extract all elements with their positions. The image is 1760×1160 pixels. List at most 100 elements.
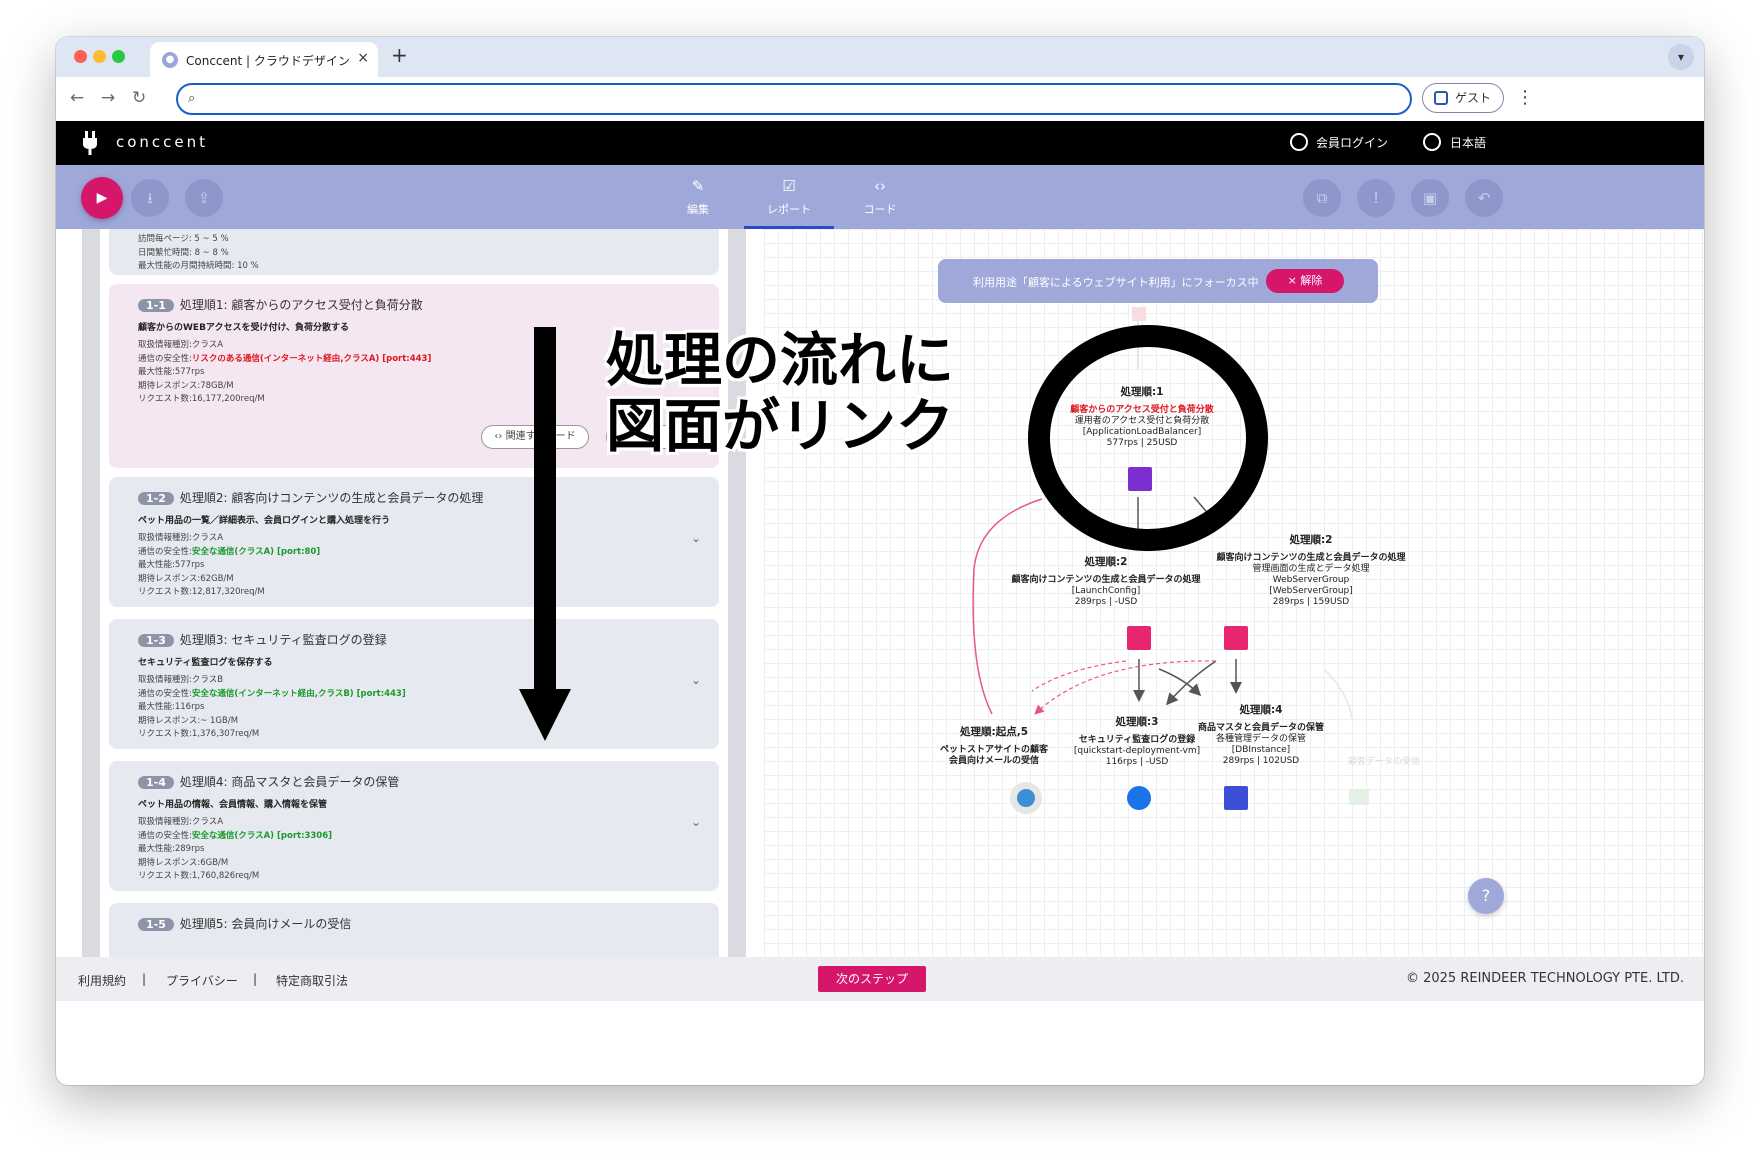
info-class: 取扱情報種別:クラスA bbox=[138, 340, 224, 350]
globe-client-icon[interactable] bbox=[1010, 782, 1042, 814]
node-title: 処理順:1 bbox=[1120, 386, 1164, 398]
node-line: 289rps | -USD bbox=[1074, 597, 1138, 607]
process-badge: 1-5 bbox=[138, 918, 174, 931]
diagram-node-5[interactable]: 処理順:起点,5 ペットストアサイトの顧客 会員向けメールの受信 bbox=[924, 727, 1064, 767]
download-button[interactable]: ⭳ bbox=[131, 179, 169, 217]
reload-icon[interactable]: ↻ bbox=[132, 88, 146, 108]
profile-icon bbox=[1434, 91, 1448, 105]
forward-arrow-icon[interactable]: → bbox=[101, 88, 115, 108]
flow-arrow bbox=[534, 327, 556, 689]
request-count: リクエスト数:1,760,826req/M bbox=[138, 871, 260, 881]
process-title-text: 処理順2: 顧客向けコンテンツの生成と会員データの処理 bbox=[179, 491, 484, 505]
node-line: [LaunchConfig] bbox=[1071, 586, 1141, 596]
diagram-node-2a[interactable]: 処理順:2 顧客向けコンテンツの生成と会員データの処理 [LaunchConfi… bbox=[996, 557, 1216, 608]
tab-code-label: コード bbox=[863, 203, 897, 216]
node-line: 577rps | 25USD bbox=[1106, 438, 1178, 448]
next-step-button[interactable]: 次のステップ bbox=[818, 966, 926, 992]
safety-value: 安全な通信(クラスA) [port:3306] bbox=[191, 830, 333, 841]
code-icon: ‹› bbox=[874, 177, 886, 195]
load-balancer-icon[interactable] bbox=[1128, 467, 1152, 491]
safety-line: 通信の安全性:安全な通信(クラスA) [port:80] bbox=[138, 546, 320, 560]
tab-close-icon[interactable]: × bbox=[357, 50, 369, 66]
annotation-line-1: 処理の流れに bbox=[606, 326, 955, 394]
member-login-link[interactable]: 会員ログイン bbox=[1316, 134, 1388, 151]
chevron-down-icon[interactable]: ⌄ bbox=[691, 815, 701, 829]
node-title: 処理順:2 bbox=[1084, 556, 1128, 568]
maximize-window-button[interactable] bbox=[112, 50, 125, 63]
language-selector[interactable]: 日本語 bbox=[1450, 134, 1486, 151]
process-title-text: 処理順1: 顧客からのアクセス受付と負荷分散 bbox=[179, 298, 423, 312]
safety-label: 通信の安全性: bbox=[138, 353, 192, 364]
tab-report[interactable]: ☑ レポート bbox=[744, 177, 834, 229]
chevron-down-icon[interactable]: ⌄ bbox=[691, 531, 701, 545]
safety-line: 通信の安全性:リスクのある通信(インターネット経由,クラスA) [port:44… bbox=[138, 353, 431, 367]
request-count: リクエスト数:16,177,200req/M bbox=[138, 394, 265, 404]
web-server-group-icon[interactable] bbox=[1224, 626, 1248, 650]
guest-profile-button[interactable]: ゲスト bbox=[1422, 83, 1504, 113]
process-card-1-4[interactable]: 1-4 処理順4: 商品マスタと会員データの保管 ペット用品の情報、会員情報、購入… bbox=[109, 761, 719, 891]
node-subtitle: ペットストアサイトの顧客 bbox=[939, 745, 1048, 755]
info-class: 取扱情報種別:クラスB bbox=[138, 675, 224, 685]
run-play-button[interactable]: ▶ bbox=[81, 177, 123, 219]
address-bar[interactable] bbox=[176, 83, 1412, 115]
diagram-node-2b[interactable]: 処理順:2 顧客向けコンテンツの生成と会員データの処理 管理画面の生成とデータ処… bbox=[1196, 535, 1426, 608]
globe-icon bbox=[1423, 133, 1441, 151]
node-line: WebServerGroup bbox=[1272, 575, 1350, 585]
process-details: 取扱情報種別:クラスB 通信の安全性:安全な通信(インターネット経由,クラスB)… bbox=[138, 674, 406, 742]
footer-separator: | bbox=[253, 972, 258, 986]
checklist-icon: ☑ bbox=[782, 177, 796, 195]
flow-arrow-head bbox=[519, 689, 571, 741]
process-card-1-2[interactable]: 1-2 処理順2: 顧客向けコンテンツの生成と会員データの処理 ペット用品の一覧／… bbox=[109, 477, 719, 607]
process-badge: 1-1 bbox=[138, 299, 174, 312]
annotation-text: 処理の流れに 図面がリンク bbox=[606, 327, 954, 459]
tab-code[interactable]: ‹› コード bbox=[835, 177, 925, 229]
process-card-title: 1-2 処理順2: 顧客向けコンテンツの生成と会員データの処理 bbox=[138, 489, 483, 506]
app-logo[interactable]: conccent bbox=[116, 133, 208, 151]
node-line: 管理画面の生成とデータ処理 bbox=[1252, 564, 1370, 574]
process-description: 顧客からのWEBアクセスを受け付け、負荷分散する bbox=[138, 323, 350, 333]
tab-strip: ● Conccent | クラウドデザインベ × + ▾ bbox=[56, 37, 1704, 77]
browser-menu-icon[interactable]: ⋮ bbox=[1516, 87, 1534, 108]
diagram-node-4[interactable]: 処理順:4 商品マスタと会員データの保管 各種管理データの保管 [DBInsta… bbox=[1186, 705, 1336, 767]
privacy-link[interactable]: プライバシー bbox=[166, 972, 238, 989]
info-class: 取扱情報種別:クラスA bbox=[138, 533, 224, 543]
safety-value: リスクのある通信(インターネット経由,クラスA) [port:443] bbox=[191, 353, 432, 364]
tab-search-chevron-icon[interactable]: ▾ bbox=[1668, 44, 1694, 70]
process-badge: 1-3 bbox=[138, 634, 174, 647]
safety-label: 通信の安全性: bbox=[138, 688, 192, 699]
share-export-button[interactable]: ⇪ bbox=[185, 179, 223, 217]
process-badge: 1-2 bbox=[138, 492, 174, 505]
process-card-1-5[interactable]: 1-5 処理順5: 会員向けメールの受信 bbox=[109, 903, 719, 957]
back-arrow-icon[interactable]: ← bbox=[70, 88, 84, 108]
chevron-down-icon[interactable]: ⌄ bbox=[691, 673, 701, 687]
pencil-icon: ✎ bbox=[691, 177, 705, 195]
tab-edit[interactable]: ✎ 編集 bbox=[653, 177, 743, 229]
terms-link[interactable]: 利用規約 bbox=[78, 972, 126, 989]
minimize-window-button[interactable] bbox=[93, 50, 106, 63]
process-description: ペット用品の一覧／詳細表示、会員ログインと購入処理を行う bbox=[138, 516, 391, 526]
node-subtitle: 商品マスタと会員データの保管 bbox=[1197, 723, 1324, 733]
browser-tab[interactable]: ● Conccent | クラウドデザインベ × bbox=[150, 42, 378, 77]
safety-label: 通信の安全性: bbox=[138, 546, 192, 557]
commerce-law-link[interactable]: 特定商取引法 bbox=[276, 972, 348, 989]
node-title: 処理順:起点,5 bbox=[960, 726, 1028, 738]
close-window-button[interactable] bbox=[74, 50, 87, 63]
connector-2a-5-dashed bbox=[1031, 660, 1127, 692]
process-card-1-3[interactable]: 1-3 処理順3: セキュリティ監査ログの登録 セキュリティ監査ログを保存する 取… bbox=[109, 619, 719, 749]
help-button[interactable]: ? bbox=[1468, 878, 1504, 914]
node-line: 289rps | 102USD bbox=[1222, 756, 1300, 766]
app-footer: 利用規約 | プライバシー | 特定商取引法 次のステップ © 2025 REI… bbox=[56, 957, 1704, 1001]
undo-button[interactable]: ↶ bbox=[1465, 179, 1503, 217]
connector-cross-b bbox=[1166, 660, 1217, 706]
save-button[interactable]: ▣ bbox=[1411, 179, 1449, 217]
expected-response: 期待レスポンス:~ 1GB/M bbox=[138, 715, 239, 726]
copy-button[interactable]: ⧉ bbox=[1303, 179, 1341, 217]
process-details: 取扱情報種別:クラスA 通信の安全性:安全な通信(クラスA) [port:80]… bbox=[138, 532, 320, 600]
launch-config-icon[interactable] bbox=[1127, 626, 1151, 650]
diagram-node-1[interactable]: 処理順:1 顧客からのアクセス受付と負荷分散 運用者のアクセス受付と負荷分散 [… bbox=[1042, 387, 1242, 449]
process-description: ペット用品の情報、会員情報、購入情報を保管 bbox=[138, 800, 328, 810]
new-tab-button[interactable]: + bbox=[391, 43, 408, 67]
database-icon[interactable] bbox=[1224, 786, 1248, 810]
compute-vm-icon[interactable] bbox=[1127, 786, 1151, 810]
alert-button[interactable]: ! bbox=[1357, 179, 1395, 217]
